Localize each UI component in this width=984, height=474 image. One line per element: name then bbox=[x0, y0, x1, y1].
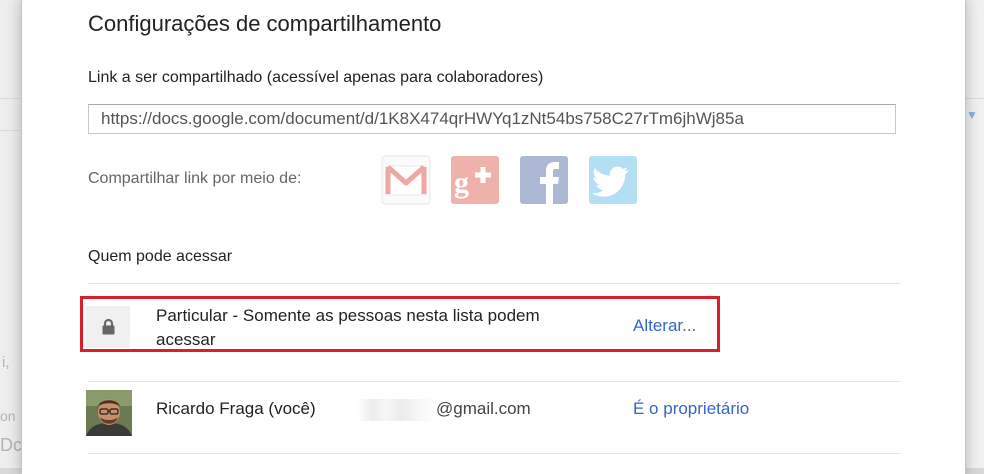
access-list-divider bbox=[88, 283, 900, 284]
background-divider bbox=[964, 98, 984, 99]
share-link-label: Link a ser compartilhado (acessível apen… bbox=[88, 69, 544, 86]
chevron-down-icon: ▼ bbox=[966, 108, 978, 122]
share-via-label: Compartilhar link por meio de: bbox=[88, 170, 302, 187]
sharing-settings-dialog: Configurações de compartilhamento Link a… bbox=[21, 0, 966, 474]
gmail-share-button[interactable] bbox=[381, 155, 431, 205]
twitter-icon bbox=[589, 156, 637, 204]
google-plus-icon: g bbox=[451, 156, 499, 204]
redacted-email bbox=[358, 399, 438, 421]
share-link-field[interactable]: https://docs.google.com/document/d/1K8X4… bbox=[88, 104, 896, 134]
svg-text:g: g bbox=[454, 166, 469, 199]
background-divider bbox=[0, 130, 21, 131]
avatar bbox=[86, 390, 132, 436]
access-list-divider bbox=[88, 453, 900, 454]
background-divider bbox=[0, 98, 21, 99]
facebook-share-button[interactable] bbox=[519, 155, 569, 205]
who-has-access-label: Quem pode acessar bbox=[88, 248, 233, 265]
google-plus-share-button[interactable]: g bbox=[450, 155, 500, 205]
access-list-divider bbox=[88, 381, 900, 382]
background-page-left bbox=[0, 0, 21, 468]
background-page-right bbox=[964, 0, 984, 468]
owner-role: É o proprietário bbox=[633, 399, 750, 418]
share-link-value: https://docs.google.com/document/d/1K8X4… bbox=[101, 109, 744, 128]
twitter-share-button[interactable] bbox=[588, 155, 638, 205]
background-text-fragment: on bbox=[0, 408, 16, 424]
background-text-fragment: Dc bbox=[0, 435, 22, 455]
facebook-icon bbox=[520, 156, 568, 204]
owner-email-domain: @gmail.com bbox=[436, 399, 531, 418]
dialog-title: Configurações de compartilhamento bbox=[88, 11, 442, 36]
owner-name: Ricardo Fraga (você) bbox=[156, 399, 316, 418]
gmail-icon bbox=[381, 155, 431, 205]
background-text-fragment: i, bbox=[2, 354, 10, 371]
highlight-annotation bbox=[80, 296, 720, 352]
